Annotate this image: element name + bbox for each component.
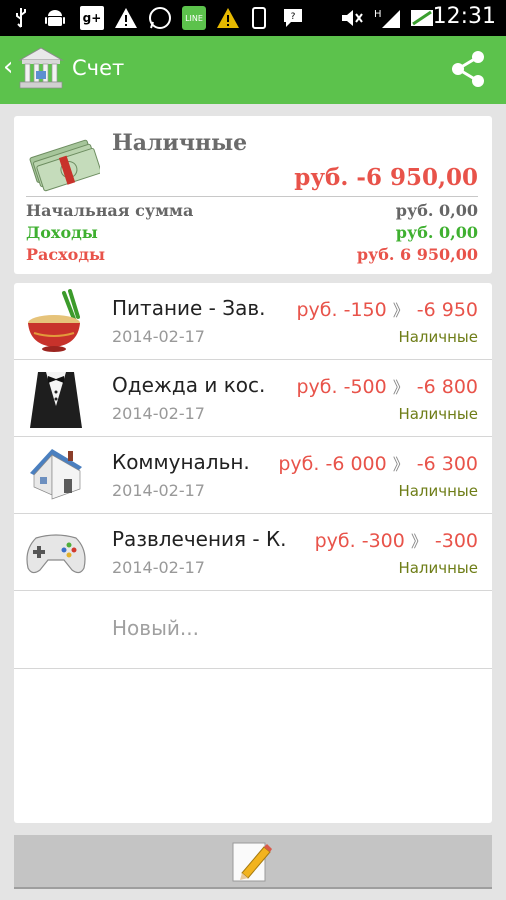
transaction-name: Коммунальн. [112,450,250,474]
transaction-amount: руб. -300 [314,530,405,552]
transaction-account: Наличные [398,328,478,346]
list-item[interactable]: Развлечения - К. 2014-02-17 руб. -300 》 -3… [14,514,492,591]
tuxedo-icon [24,366,88,430]
running-balance: -300 [434,530,478,552]
income-value: руб. 0,00 [395,223,478,242]
whatsapp-icon [148,6,172,30]
list-item[interactable]: Питание - Зав. 2014-02-17 руб. -150 》 -6 9… [14,283,492,360]
svg-text:?: ? [291,12,296,22]
transaction-amount-line: руб. -300 》 -300 [315,528,478,552]
google-plus-icon: g+ [80,6,104,30]
phone-icon [252,6,266,30]
share-icon[interactable] [450,50,486,88]
account-name: Наличные [112,130,248,156]
transaction-amount-line: руб. -6 000 》 -6 300 [278,451,478,475]
pencil-icon[interactable] [232,840,272,884]
transaction-name: Развлечения - К. [112,527,287,551]
transaction-amount-line: руб. -500 》 -6 800 [297,374,479,398]
transaction-amount: руб. -500 [296,376,387,398]
new-transaction-row[interactable]: Новый... [14,591,492,669]
running-balance: -6 800 [416,376,478,398]
initial-amount-row: Начальная сумма руб. 0,00 [26,201,478,223]
mute-icon [340,6,364,30]
expense-row: Расходы руб. 6 950,00 [26,245,478,267]
transaction-amount: руб. -6 000 [278,453,387,475]
account-balance: руб. -6 950,00 [294,164,478,191]
expense-value: руб. 6 950,00 [356,245,478,264]
house-icon [24,443,88,507]
signal-icon: H [374,6,402,30]
transaction-date: 2014-02-17 [112,404,205,423]
android-icon [44,6,66,30]
clock: 12:31 [432,4,496,29]
transaction-account: Наличные [398,559,478,577]
transaction-name: Питание - Зав. [112,296,266,320]
arrow-icon: 》 [392,301,409,320]
list-item[interactable]: Коммунальн. 2014-02-17 руб. -6 000 》 -6 30… [14,437,492,514]
transaction-date: 2014-02-17 [112,481,205,500]
transaction-list: Питание - Зав. 2014-02-17 руб. -150 》 -6 9… [14,283,492,823]
screen-title: Счет [72,56,125,80]
gamepad-icon [24,520,88,584]
warning-icon [114,6,138,30]
transaction-date: 2014-02-17 [112,558,205,577]
income-row: Доходы руб. 0,00 [26,223,478,245]
money-icon [26,130,102,192]
expense-label: Расходы [26,245,106,264]
chevron-left-icon[interactable]: ‹ [3,54,13,80]
transaction-account: Наличные [398,482,478,500]
status-bar: g+ LINE ? H 12:31 [0,0,506,36]
running-balance: -6 950 [416,299,478,321]
initial-amount-label: Начальная сумма [26,201,194,220]
running-balance: -6 300 [416,453,478,475]
arrow-icon: 》 [392,378,409,397]
line-icon: LINE [182,6,206,30]
svg-text:H: H [374,9,382,20]
initial-amount-value: руб. 0,00 [395,201,478,220]
arrow-icon: 》 [410,532,427,551]
income-label: Доходы [26,223,98,242]
usb-icon [14,6,28,30]
food-bowl-icon [24,289,88,353]
transaction-amount: руб. -150 [296,299,387,321]
divider [26,196,478,197]
account-summary-card[interactable]: Наличные руб. -6 950,00 Начальная сумма … [14,116,492,274]
warning-icon [216,6,240,30]
transaction-account: Наличные [398,405,478,423]
transaction-amount-line: руб. -150 》 -6 950 [297,297,479,321]
chat-icon: ? [282,6,304,30]
transaction-name: Одежда и кос. [112,373,266,397]
bottom-toolbar [14,835,492,889]
bank-icon[interactable] [16,44,66,94]
arrow-icon: 》 [392,455,409,474]
new-transaction-label: Новый... [112,616,199,640]
action-bar: ‹ Счет [0,36,506,104]
battery-icon [410,6,434,30]
transaction-date: 2014-02-17 [112,327,205,346]
list-item[interactable]: Одежда и кос. 2014-02-17 руб. -500 》 -6 80… [14,360,492,437]
